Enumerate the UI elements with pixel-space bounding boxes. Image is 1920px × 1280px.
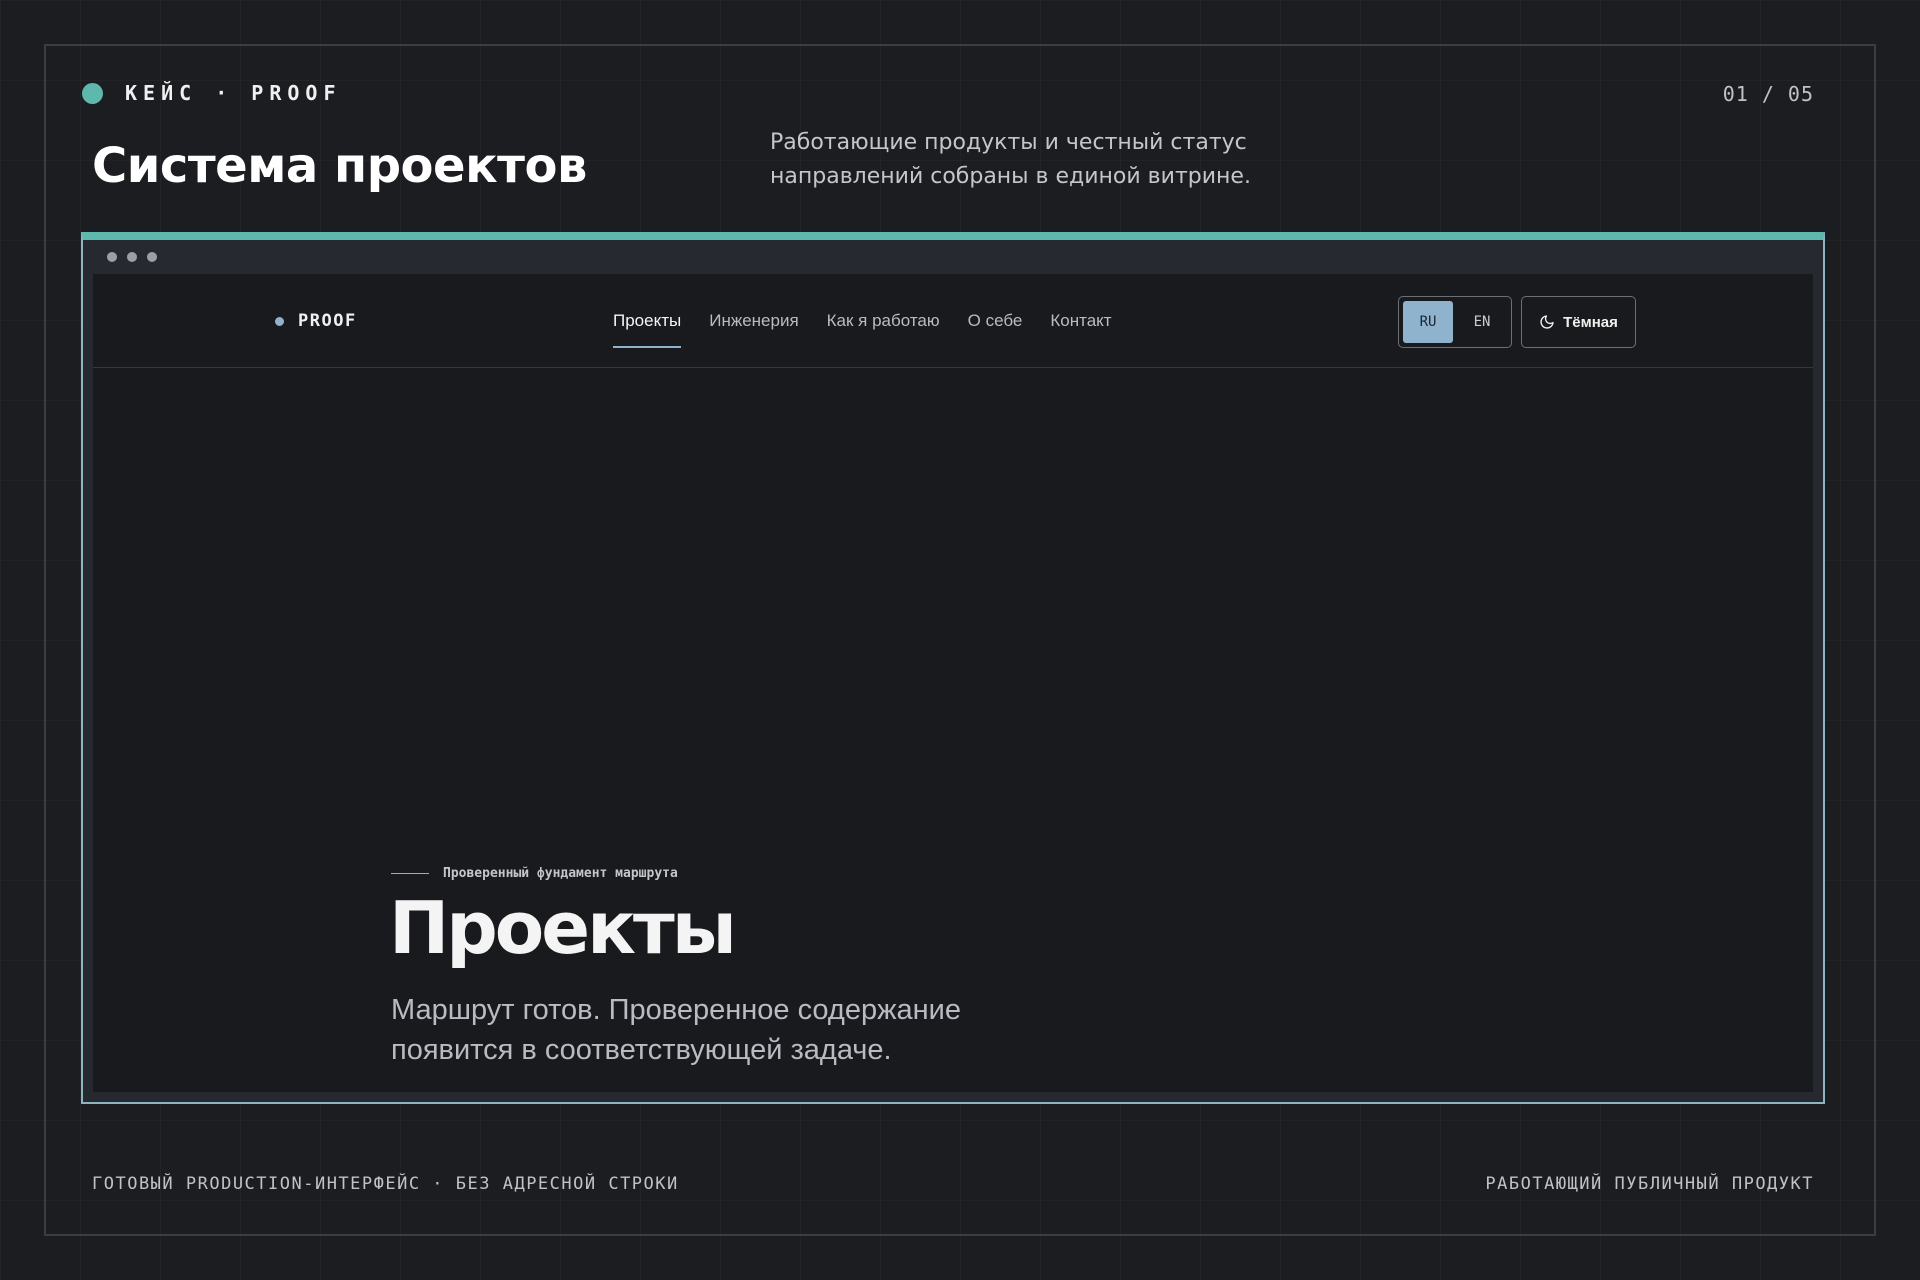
case-subtitle-line-1: Работающие продукты и честный статус <box>770 130 1247 155</box>
hero-description-line-2: появится в соответствующей задаче. <box>391 1034 892 1066</box>
site-header: PROOF Проекты Инженерия Как я работаю О … <box>93 274 1813 368</box>
slide-footer-right: РАБОТАЮЩИЙ ПУБЛИЧНЫЙ ПРОДУКТ <box>1485 1174 1814 1194</box>
nav-item-engineering[interactable]: Инженерия <box>709 274 798 368</box>
eyebrow-line <box>391 873 429 874</box>
window-dot-icon <box>147 252 157 262</box>
hero-description: Маршрут готов. Проверенное содержание по… <box>391 990 1091 1070</box>
site-logo-label: PROOF <box>298 311 357 331</box>
hero-eyebrow-text: Проверенный фундамент маршрута <box>443 866 678 881</box>
case-title: Система проектов <box>92 138 587 194</box>
nav-item-how-i-work[interactable]: Как я работаю <box>827 274 940 368</box>
logo-dot-icon <box>275 316 284 326</box>
browser-chrome <box>83 240 1823 274</box>
site-nav: Проекты Инженерия Как я работаю О себе К… <box>613 274 1112 368</box>
case-subtitle: Работающие продукты и честный статус нап… <box>770 126 1290 194</box>
theme-toggle-label: Тёмная <box>1563 313 1618 331</box>
page-counter: 01 / 05 <box>1722 82 1814 106</box>
hero-description-line-1: Маршрут готов. Проверенное содержание <box>391 994 961 1026</box>
slide-footer-left: ГОТОВЫЙ PRODUCTION-ИНТЕРФЕЙС · БЕЗ АДРЕС… <box>92 1174 679 1194</box>
site-viewport: PROOF Проекты Инженерия Как я работаю О … <box>93 274 1813 1092</box>
window-dot-icon <box>127 252 137 262</box>
hero-title: Проекты <box>389 886 737 970</box>
language-switch: RU EN <box>1398 296 1512 348</box>
browser-mockup: PROOF Проекты Инженерия Как я работаю О … <box>81 232 1825 1104</box>
lang-ru-button[interactable]: RU <box>1403 301 1453 343</box>
slide-brand: КЕЙС · PROOF <box>82 80 342 106</box>
site-logo[interactable]: PROOF <box>275 311 357 331</box>
hero-eyebrow: Проверенный фундамент маршрута <box>391 866 678 881</box>
case-subtitle-line-2: направлений собраны в единой витрине. <box>770 164 1251 189</box>
nav-item-about[interactable]: О себе <box>968 274 1023 368</box>
lang-en-button[interactable]: EN <box>1457 301 1507 343</box>
moon-icon <box>1540 315 1554 329</box>
slide-brand-label: КЕЙС · PROOF <box>125 81 342 105</box>
nav-item-projects[interactable]: Проекты <box>613 274 682 368</box>
brand-dot-icon <box>82 82 103 104</box>
window-dot-icon <box>107 252 117 262</box>
nav-item-contact[interactable]: Контакт <box>1050 274 1111 368</box>
theme-toggle-button[interactable]: Тёмная <box>1521 296 1636 348</box>
